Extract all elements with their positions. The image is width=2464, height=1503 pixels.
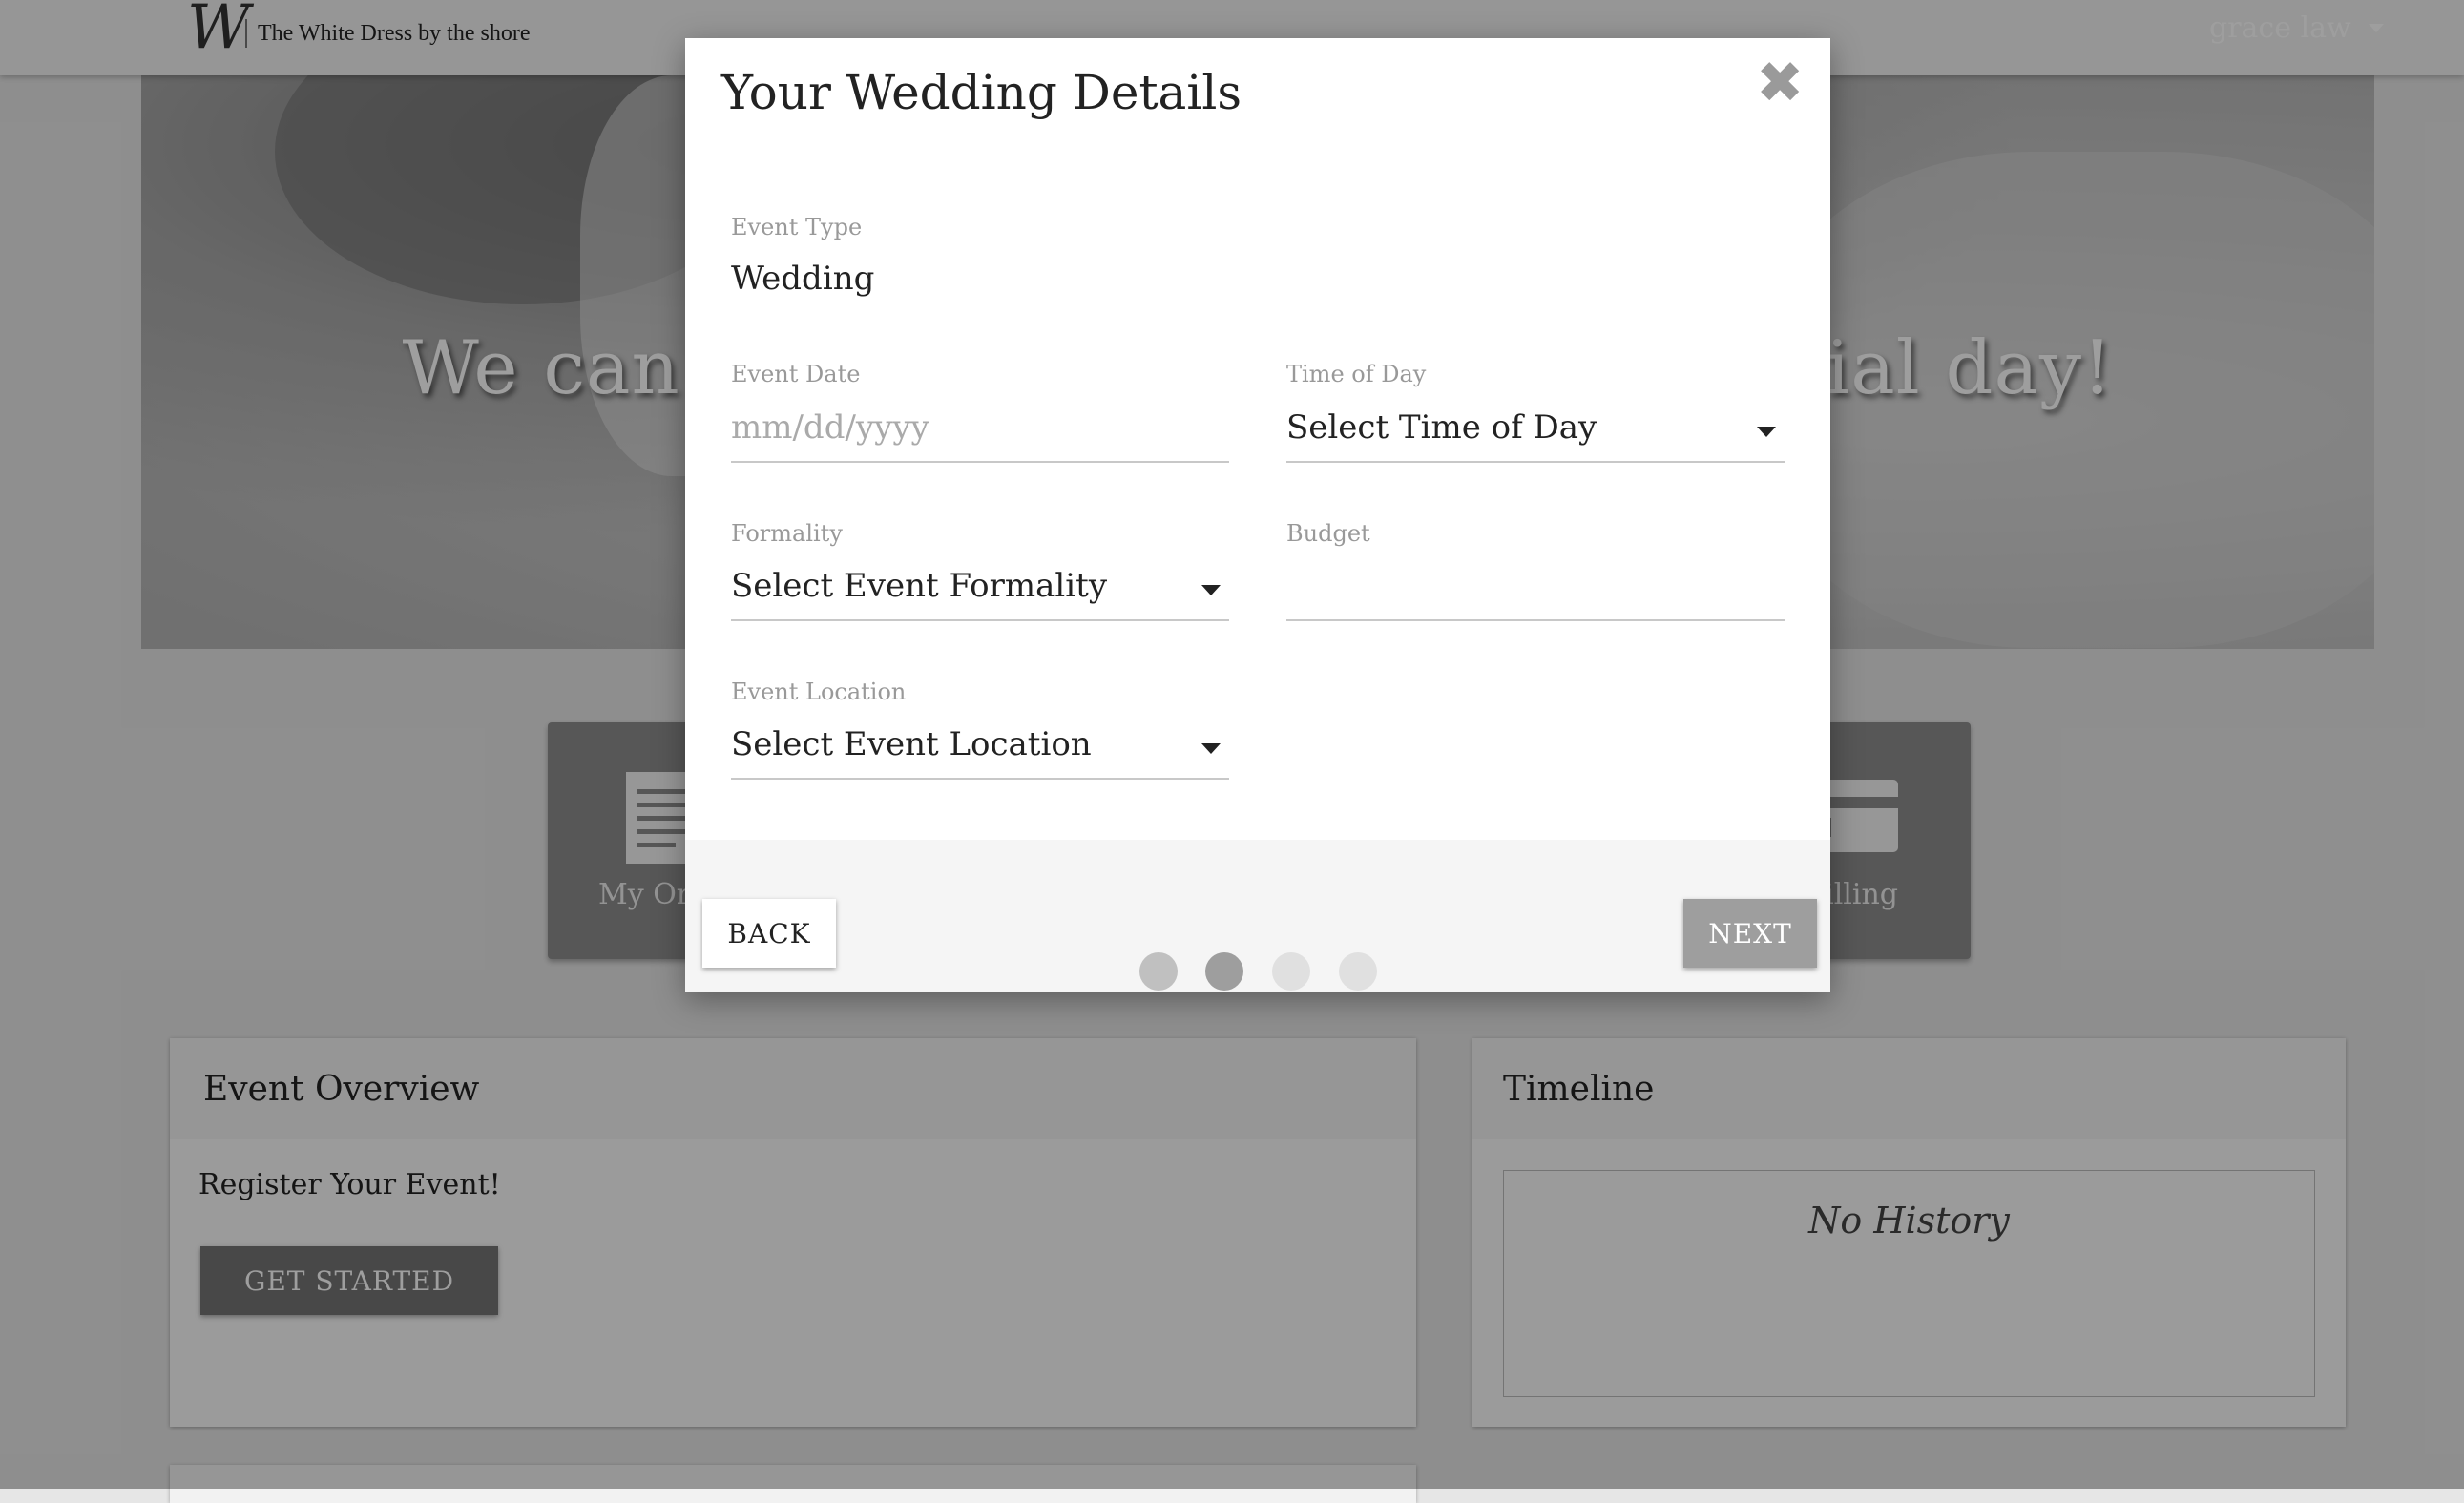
formality-underline	[731, 619, 1229, 621]
budget-input[interactable]	[1286, 567, 1785, 615]
event-date-underline	[731, 461, 1229, 463]
budget-label: Budget	[1286, 520, 1370, 547]
chevron-down-icon[interactable]	[1201, 743, 1221, 754]
step-indicator-1	[1139, 952, 1178, 991]
step-indicator-2	[1205, 952, 1243, 991]
modal-footer: BACK NEXT	[685, 840, 1830, 992]
event-date-label: Event Date	[731, 361, 861, 387]
chevron-down-icon[interactable]	[1201, 585, 1221, 595]
event-location-underline	[731, 778, 1229, 780]
formality-label: Formality	[731, 520, 843, 547]
time-of-day-underline	[1286, 461, 1785, 463]
event-location-label: Event Location	[731, 678, 907, 705]
step-indicator-4	[1339, 952, 1377, 991]
event-type-value: Wedding	[731, 260, 875, 298]
budget-underline	[1286, 619, 1785, 621]
wedding-details-modal: Your Wedding Details ✖ Event Type Weddin…	[685, 38, 1830, 992]
step-indicator-3	[1272, 952, 1310, 991]
time-of-day-label: Time of Day	[1286, 361, 1427, 387]
formality-select[interactable]: Select Event Formality	[731, 567, 1107, 605]
event-date-input[interactable]: mm/dd/yyyy	[731, 408, 929, 447]
close-icon[interactable]: ✖	[1756, 54, 1804, 112]
back-button[interactable]: BACK	[702, 899, 836, 968]
chevron-down-icon[interactable]	[1757, 427, 1776, 437]
event-location-select[interactable]: Select Event Location	[731, 725, 1092, 763]
time-of-day-select[interactable]: Select Time of Day	[1286, 408, 1597, 447]
modal-title: Your Wedding Details	[721, 65, 1242, 120]
next-button[interactable]: NEXT	[1683, 899, 1817, 968]
event-type-label: Event Type	[731, 214, 863, 240]
